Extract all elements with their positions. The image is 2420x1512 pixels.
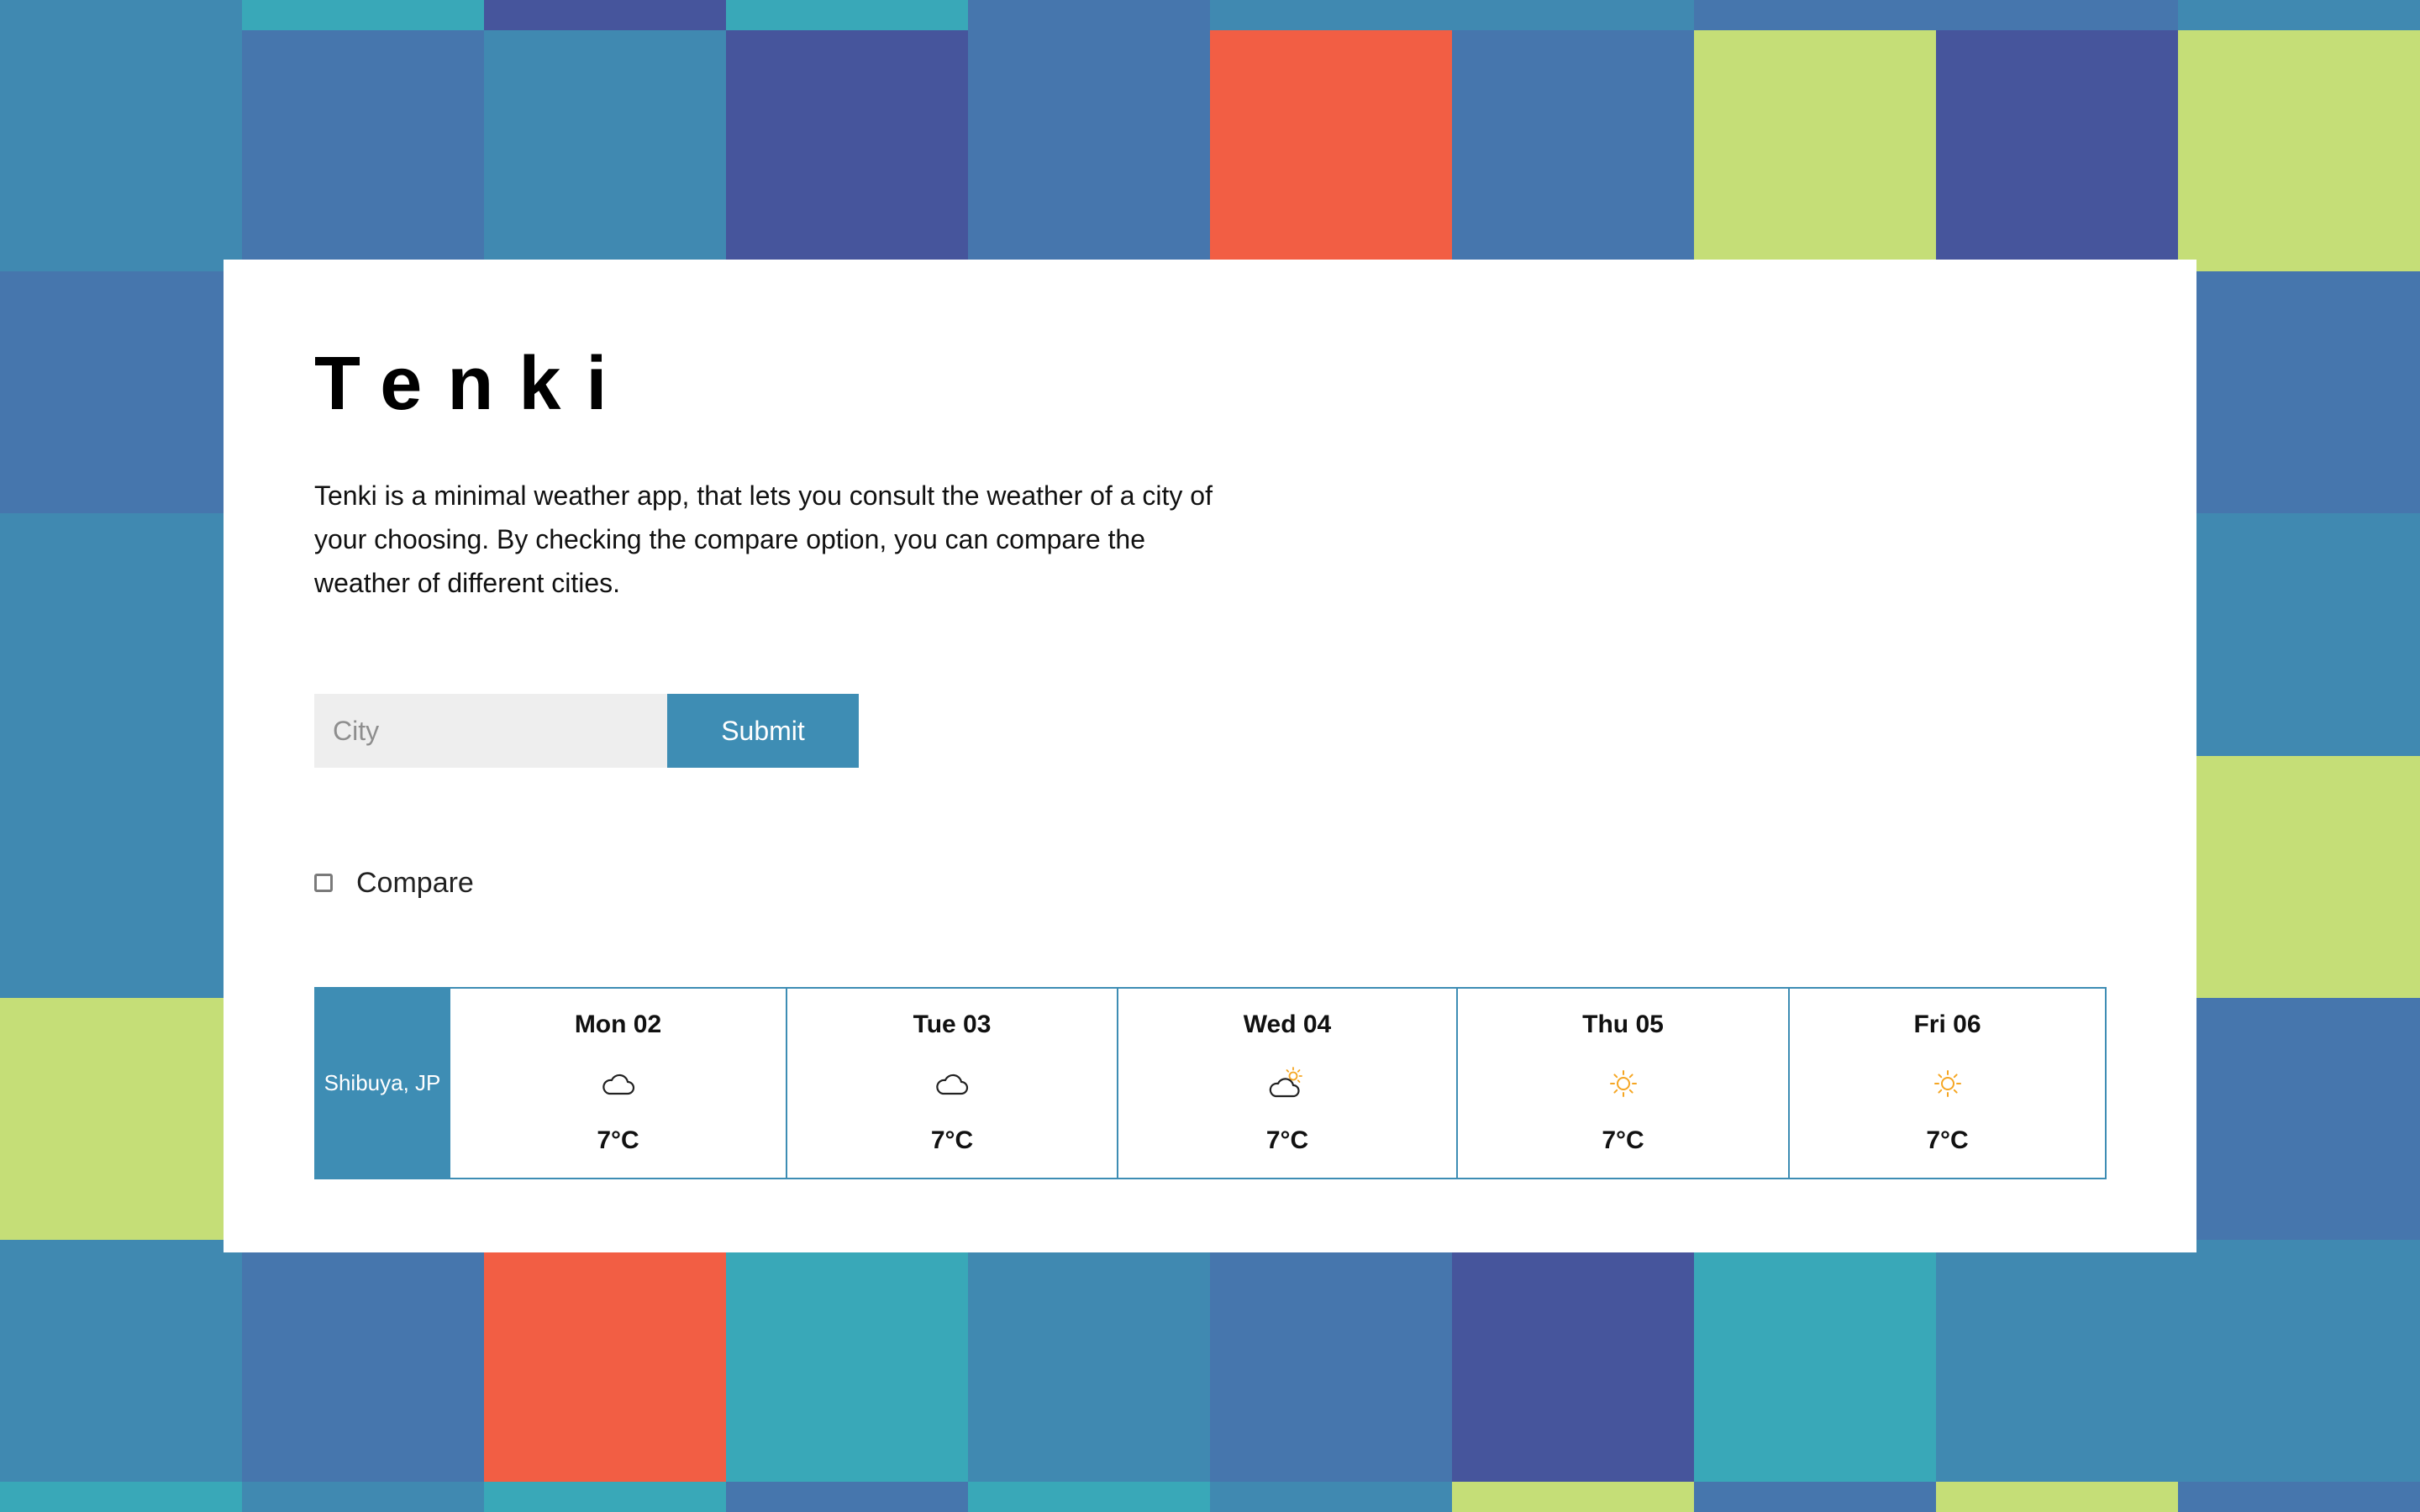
day-label: Wed 04: [1243, 1011, 1332, 1038]
background-tile: [1452, 0, 1694, 30]
sun-icon: [1933, 1070, 1961, 1097]
day-temperature: 7°C: [1602, 1126, 1644, 1154]
day-temperature: 7°C: [1926, 1126, 1969, 1154]
background-tile: [0, 1482, 242, 1512]
app-card: Tenki Tenki is a minimal weather app, th…: [224, 260, 2196, 1252]
day-temperature: 7°C: [1265, 1126, 1309, 1154]
background-tile: [242, 1240, 484, 1482]
day-label: Mon 02: [574, 1011, 662, 1038]
background-tile: [0, 0, 242, 30]
background-tile: [0, 756, 242, 998]
day-temperature: 7°C: [597, 1126, 639, 1154]
background-tile: [968, 1240, 1210, 1482]
background-tile: [2178, 0, 2420, 30]
app-title: Tenki: [314, 342, 633, 426]
background-tile: [968, 0, 1210, 30]
forecast-table: Shibuya, JP Mon 02 7°C Tue 03 7°C Wed 04: [314, 987, 2107, 1179]
forecast-day: Fri 06 7°C: [1788, 989, 2105, 1178]
location-label: Shibuya, JP: [316, 989, 449, 1178]
background-tile: [1452, 1240, 1694, 1482]
city-input[interactable]: [314, 694, 667, 768]
background-tile: [1936, 1240, 2178, 1482]
background-tile: [1936, 1482, 2178, 1512]
background-tile: [1936, 0, 2178, 30]
background-tile: [1452, 30, 1694, 271]
background-tile: [726, 1482, 968, 1512]
background-tile: [0, 271, 242, 513]
day-label: Thu 05: [1582, 1011, 1664, 1038]
background-tile: [1936, 30, 2178, 271]
background-tile: [242, 30, 484, 271]
background-tile: [242, 1482, 484, 1512]
background-tile: [2178, 998, 2420, 1240]
compare-option[interactable]: Compare: [314, 862, 474, 904]
background-tile: [242, 0, 484, 30]
forecast-day: Mon 02 7°C: [449, 989, 786, 1178]
sun-icon: [1609, 1070, 1637, 1097]
background-tile: [0, 998, 242, 1240]
background-tile: [2178, 756, 2420, 998]
background-tile: [726, 1240, 968, 1482]
forecast-day: Wed 04 7°C: [1117, 989, 1456, 1178]
partly-cloudy-icon: [1269, 1067, 1302, 1098]
background-tile: [968, 30, 1210, 271]
forecast-day: Thu 05 7°C: [1456, 989, 1788, 1178]
background-tile: [1694, 1482, 1936, 1512]
background-tile: [968, 1482, 1210, 1512]
cloud-icon: [936, 1074, 969, 1095]
background-tile: [0, 30, 242, 271]
background-tile: [1694, 30, 1936, 271]
day-label: Fri 06: [1913, 1011, 1981, 1038]
background-tile: [484, 1482, 726, 1512]
background-tile: [2178, 1482, 2420, 1512]
background-tile: [2178, 30, 2420, 271]
day-temperature: 7°C: [930, 1126, 974, 1154]
background-tile: [1694, 0, 1936, 30]
submit-button[interactable]: Submit: [667, 694, 859, 768]
background-tile: [484, 1240, 726, 1482]
background-tile: [2178, 271, 2420, 513]
cloud-icon: [602, 1074, 634, 1095]
background-tile: [1452, 1482, 1694, 1512]
background-tile: [1210, 30, 1452, 271]
background-tile: [726, 0, 968, 30]
background-tile: [2178, 1240, 2420, 1482]
compare-label: Compare: [356, 866, 474, 899]
forecast-day: Tue 03 7°C: [786, 989, 1117, 1178]
background-tile: [484, 0, 726, 30]
background-tile: [0, 1240, 242, 1482]
background-tile: [484, 30, 726, 271]
search-form: Submit: [314, 694, 859, 768]
day-label: Tue 03: [913, 1011, 992, 1038]
background-tile: [1210, 1482, 1452, 1512]
background-tile: [0, 513, 242, 756]
app-description: Tenki is a minimal weather app, that let…: [314, 480, 1213, 598]
compare-checkbox[interactable]: [314, 874, 333, 892]
background-tile: [1210, 1240, 1452, 1482]
background-tile: [726, 30, 968, 271]
background-tile: [1694, 1240, 1936, 1482]
background-tile: [1210, 0, 1452, 30]
background-tile: [2178, 513, 2420, 756]
